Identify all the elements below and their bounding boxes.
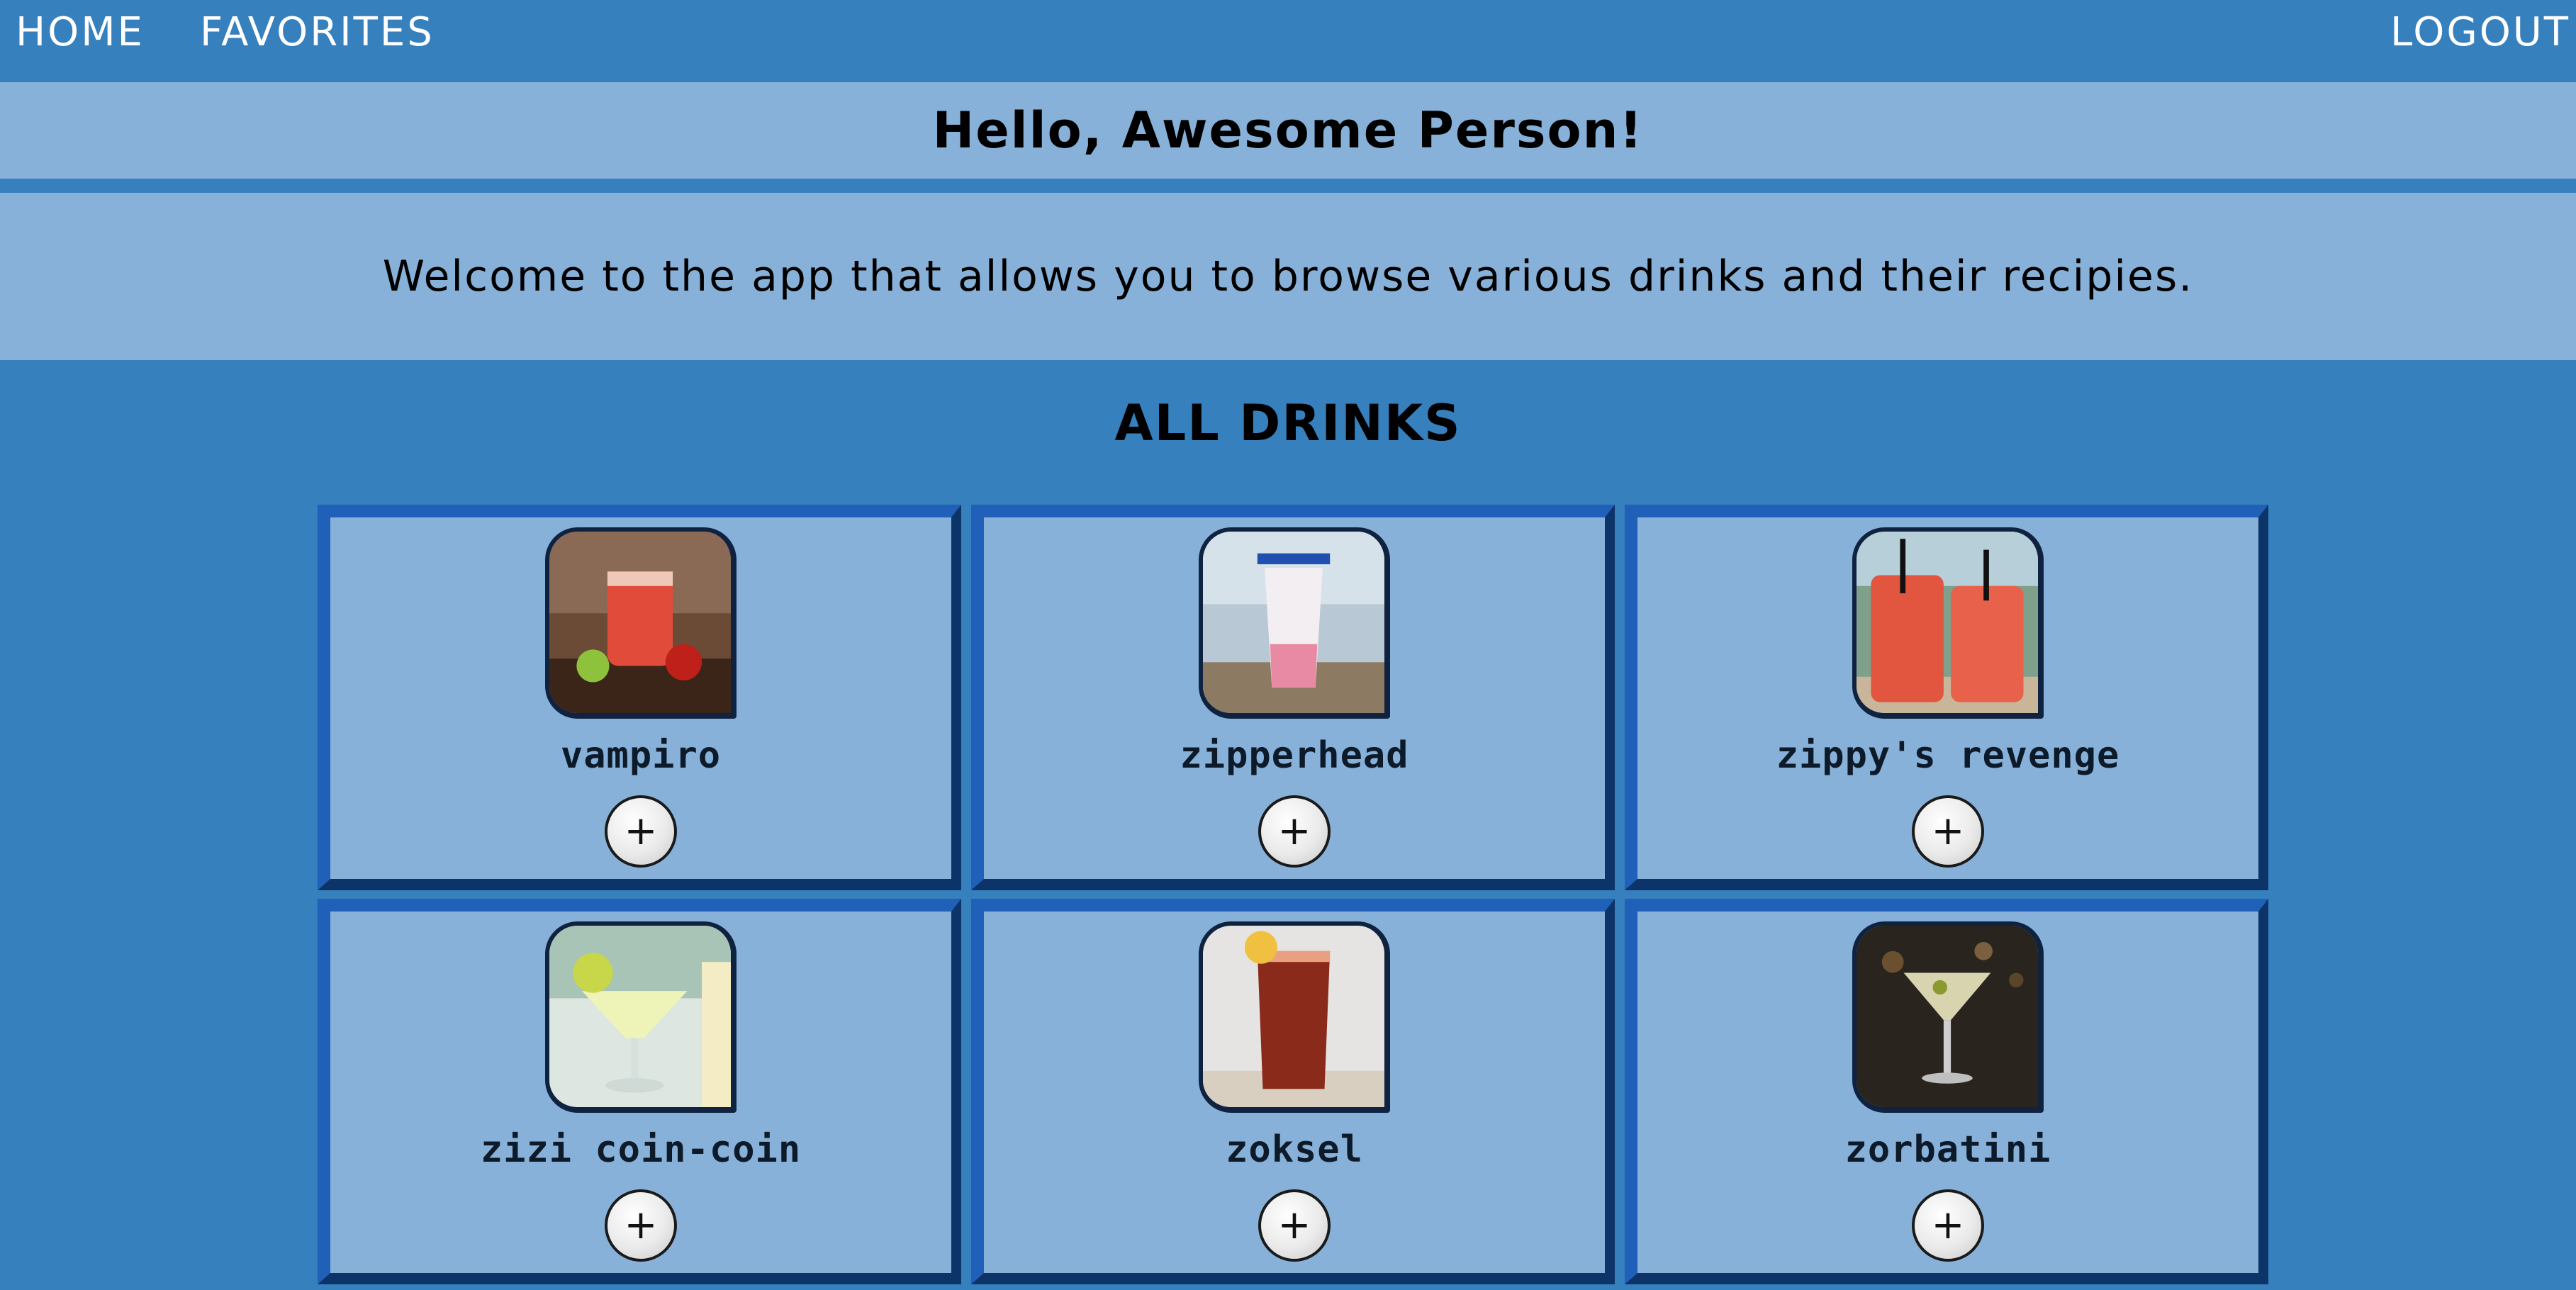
greeting-heading: Hello, Awesome Person! xyxy=(932,101,1644,159)
nav-favorites-link[interactable]: FAVORITES xyxy=(200,10,435,55)
margarita-glass-icon xyxy=(549,926,731,1107)
add-favorite-button[interactable]: + xyxy=(605,1189,677,1262)
drink-image[interactable] xyxy=(1199,527,1390,719)
drink-image[interactable] xyxy=(1852,527,2044,719)
drink-name: zizi coin-coin xyxy=(480,1128,802,1171)
martini-glass-icon xyxy=(1857,926,2038,1107)
drink-name: zipperhead xyxy=(1180,734,1409,777)
drink-card[interactable]: zizi coin-coin + xyxy=(318,899,961,1284)
drink-card[interactable]: zoksel + xyxy=(971,899,1615,1284)
drink-image[interactable] xyxy=(545,921,737,1113)
plus-icon: + xyxy=(1277,808,1311,854)
drink-image[interactable] xyxy=(1852,921,2044,1113)
plus-icon: + xyxy=(1931,1202,1965,1248)
drink-card[interactable]: zipperhead + xyxy=(971,505,1615,890)
add-favorite-button[interactable]: + xyxy=(1912,795,1984,868)
drink-card[interactable]: zippy's revenge + xyxy=(1625,505,2268,890)
all-drinks-title: ALL DRINKS xyxy=(1114,394,1462,452)
welcome-text: Welcome to the app that allows you to br… xyxy=(382,252,2194,301)
plus-icon: + xyxy=(624,808,658,854)
plus-icon: + xyxy=(1931,808,1965,854)
drink-card[interactable]: vampiro + xyxy=(318,505,961,890)
drink-image[interactable] xyxy=(1199,921,1390,1113)
twin-red-drinks-icon xyxy=(1857,532,2038,713)
red-drink-jar-icon xyxy=(549,532,731,713)
drinks-grid: vampiro + zipperhead + zippy's revenge +… xyxy=(318,505,2273,1284)
top-nav-bar: HOME FAVORITES LOGOUT xyxy=(0,0,2576,82)
add-favorite-button[interactable]: + xyxy=(1258,1189,1331,1262)
drink-image[interactable] xyxy=(545,527,737,719)
pink-iced-drink-icon xyxy=(1203,532,1384,713)
add-favorite-button[interactable]: + xyxy=(1258,795,1331,868)
plus-icon: + xyxy=(624,1202,658,1248)
nav-home-link[interactable]: HOME xyxy=(16,10,145,55)
drink-name: zippy's revenge xyxy=(1776,734,2120,777)
drink-name: zoksel xyxy=(1226,1128,1363,1171)
dark-red-highball-icon xyxy=(1203,926,1384,1107)
drink-name: zorbatini xyxy=(1844,1128,2051,1171)
plus-icon: + xyxy=(1277,1202,1311,1248)
add-favorite-button[interactable]: + xyxy=(1912,1189,1984,1262)
greeting-banner: Hello, Awesome Person! xyxy=(0,82,2576,179)
drink-card[interactable]: zorbatini + xyxy=(1625,899,2268,1284)
drink-name: vampiro xyxy=(560,734,722,777)
nav-logout-link[interactable]: LOGOUT xyxy=(2390,10,2570,55)
add-favorite-button[interactable]: + xyxy=(605,795,677,868)
welcome-banner: Welcome to the app that allows you to br… xyxy=(0,193,2576,360)
